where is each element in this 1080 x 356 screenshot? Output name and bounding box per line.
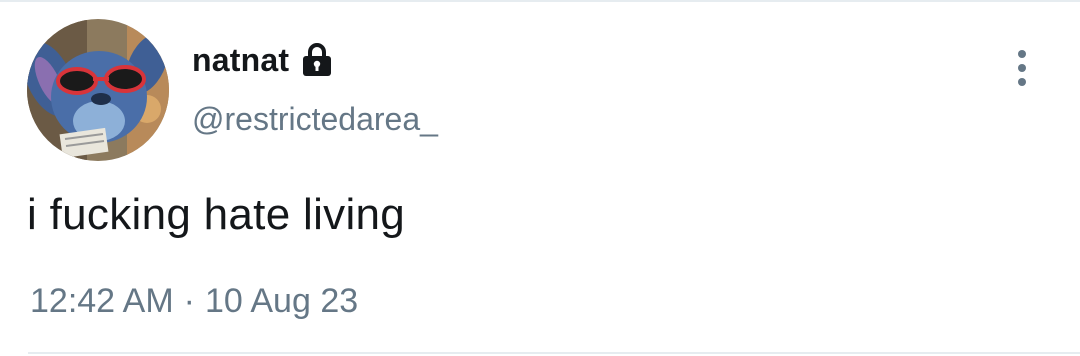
more-vertical-icon [1018,50,1026,58]
more-vertical-icon-dot [1018,78,1026,86]
top-divider [0,0,1080,2]
user-handle[interactable]: @restrictedarea_ [192,101,438,138]
lock-icon [299,42,335,78]
more-vertical-icon-dot [1018,64,1026,72]
tweet-time: 12:42 AM [30,282,174,320]
avatar[interactable] [27,19,169,161]
more-options-button[interactable] [1004,46,1040,90]
display-name-row[interactable]: natnat [192,38,335,82]
tweet-text: i fucking hate living [27,190,406,239]
display-name[interactable]: natnat [192,42,289,79]
tweet-card: natnat @restrictedarea_ i fucking hate l… [0,0,1080,356]
tweet-date: 10 Aug 23 [204,282,359,320]
tweet-timestamp[interactable]: 12:42 AM · 10 Aug 23 [30,282,358,321]
avatar-image [27,19,169,161]
bottom-divider [28,352,1080,354]
meta-separator: · [183,282,195,320]
